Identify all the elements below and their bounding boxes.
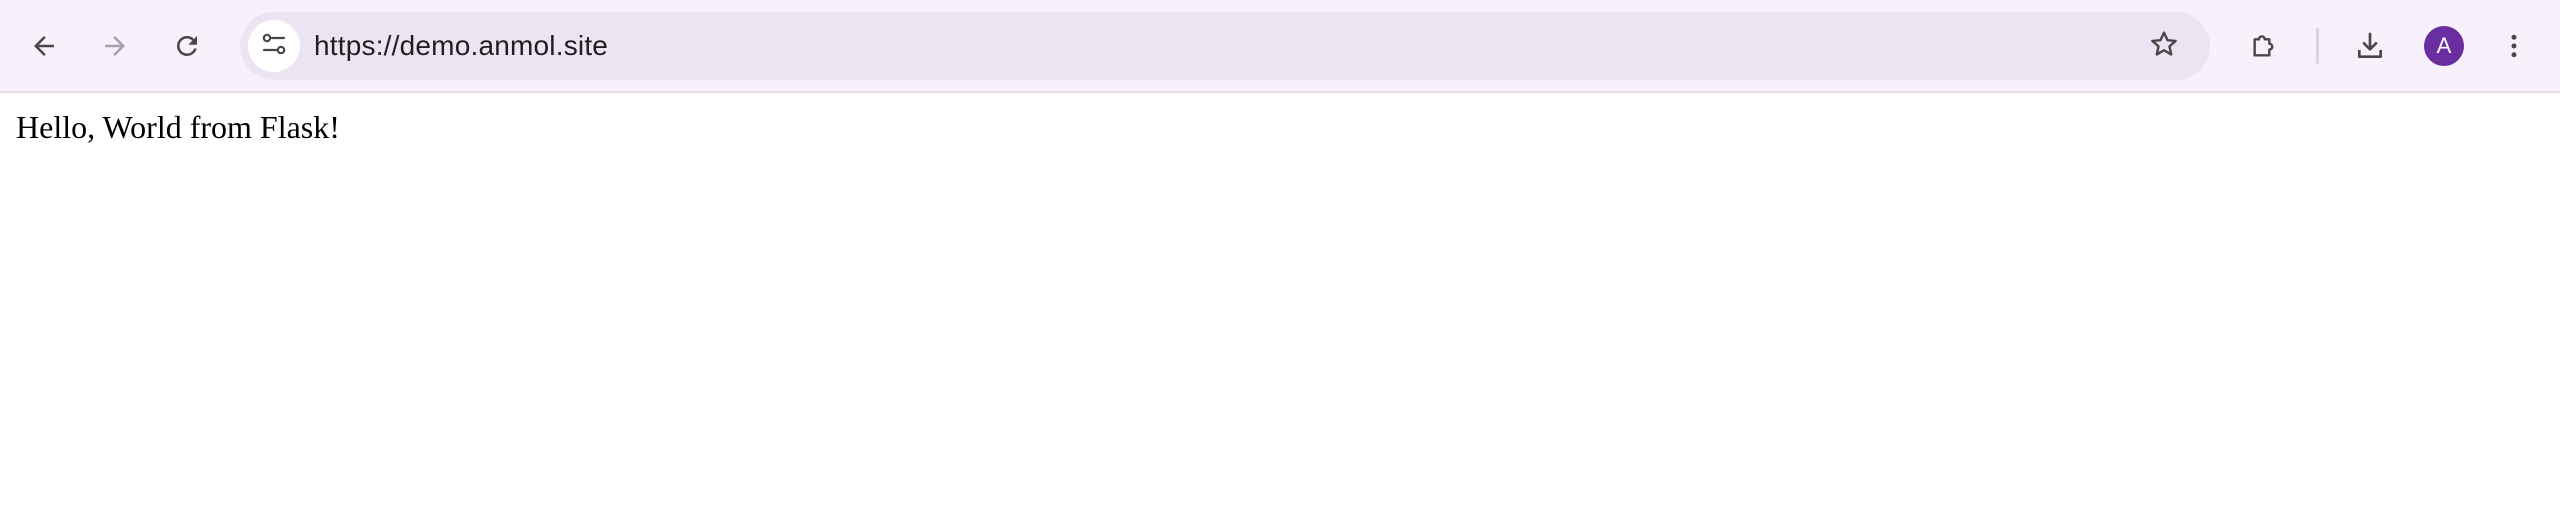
- page-body-text: Hello, World from Flask!: [16, 109, 340, 145]
- profile-avatar[interactable]: A: [2424, 26, 2464, 66]
- puzzle-icon: [2248, 30, 2280, 62]
- downloads-button[interactable]: [2338, 14, 2402, 78]
- reload-icon: [172, 31, 202, 61]
- reload-button[interactable]: [155, 14, 219, 78]
- site-info-button[interactable]: [248, 20, 300, 72]
- bookmark-button[interactable]: [2136, 18, 2192, 74]
- back-arrow-icon: [29, 31, 59, 61]
- page-content: Hello, World from Flask!: [0, 93, 2560, 530]
- browser-toolbar: https://demo.anmol.site A: [0, 0, 2560, 93]
- forward-arrow-icon: [100, 31, 130, 61]
- toolbar-divider: [2316, 28, 2319, 64]
- browser-menu-button[interactable]: [2482, 14, 2546, 78]
- address-bar[interactable]: https://demo.anmol.site: [240, 12, 2210, 80]
- extensions-button[interactable]: [2232, 14, 2296, 78]
- star-icon: [2148, 28, 2180, 65]
- forward-button[interactable]: [83, 14, 147, 78]
- back-button[interactable]: [12, 14, 76, 78]
- tune-icon: [260, 30, 288, 63]
- url-text[interactable]: https://demo.anmol.site: [314, 12, 608, 80]
- vertical-dots-icon: [2499, 31, 2529, 61]
- download-icon: [2354, 30, 2386, 62]
